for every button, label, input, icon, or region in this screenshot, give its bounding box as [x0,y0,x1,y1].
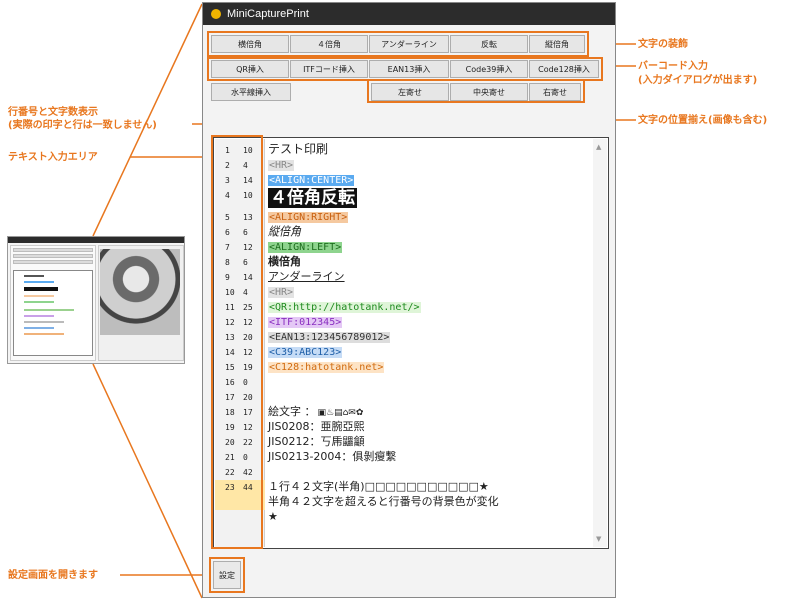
screenshot: 文字の装飾 バーコード入力 (入力ダイアログが出ます) 文字の位置揃え(画像も含… [0,0,800,600]
note-line-count: 行番号と文字数表示 [8,107,98,118]
code128-tag: <C128:hatotank.net> [268,362,385,373]
text-line: 半角４２文字を超えると行番号の背景色が変化 [268,495,499,508]
app-window: MiniCapturePrint 横倍角 ４倍角 アンダーライン 反転 縦倍角 … [202,2,616,598]
invert-button[interactable]: 反転 [450,35,528,53]
align-center-tag: <ALIGN:CENTER> [268,175,355,186]
text-line: <HR> [268,157,295,172]
hr-tag: <HR> [268,160,295,171]
text-line: 絵文字 ： ▣♨▤⌂✉✿ [268,404,363,419]
quad-size-button[interactable]: ４倍角 [290,35,368,53]
vertical-scrollbar[interactable]: ▲ ▼ [593,139,607,547]
note-line-count-sub: (実際の印字と行は一致しません) [8,120,157,131]
callout-line-number [211,135,263,549]
text-editor[interactable]: 1 10 24 3 14 4 10 5 13 66 7 12 86 9 14 10 4 11 2… [213,137,609,549]
settings-button[interactable]: 設定 [213,561,241,589]
app-icon [211,9,221,19]
ean13-tag: <EAN13:123456789012> [268,332,391,343]
text-line: ４倍角反転 [268,187,357,209]
text-line: <ALIGN:LEFT> [268,239,343,254]
text-line: <ALIGN:RIGHT> [268,209,349,224]
itf-tag: <ITF:012345> [268,317,343,328]
align-left-button[interactable]: 左寄せ [371,83,449,101]
double-width-button[interactable]: 横倍角 [211,35,289,53]
text-line: <EAN13:123456789012> [268,329,391,344]
text-line: JIS0213-2004：俱剝瘦繫 [268,450,397,463]
text-line: JIS0212：丂乕鼺龥 [268,435,365,448]
scroll-up-icon[interactable]: ▲ [596,143,601,151]
align-right-tag: <ALIGN:RIGHT> [268,212,349,223]
qr-tag: <QR:http://hatotank.net/> [268,302,421,313]
text-line: ★ [268,510,278,523]
note-decoration: 文字の装飾 [638,39,688,50]
note-align: 文字の位置揃え(画像も含む) [638,115,768,126]
hr-tag: <HR> [268,287,295,298]
quad-invert-text: ４倍角反転 [268,188,357,208]
text-line: <C128:hatotank.net> [268,359,385,374]
window-title: MiniCapturePrint [227,8,309,20]
note-text-area: テキスト入力エリア [8,152,98,163]
text-line: <ITF:012345> [268,314,343,329]
note-barcode: バーコード入力 [638,61,708,72]
text-line: １行４２文字(半角)□□□□□□□□□□□★ [268,480,489,493]
insert-code39-button[interactable]: Code39挿入 [450,60,528,78]
underline-button[interactable]: アンダーライン [369,35,449,53]
text-line: <C39:ABC123> [268,344,343,359]
text-line: <QR:http://hatotank.net/> [268,299,421,314]
text-line: <HR> [268,284,295,299]
scroll-down-icon[interactable]: ▼ [596,535,601,543]
text-line: 縦倍角 [268,224,301,239]
insert-ean13-button[interactable]: EAN13挿入 [369,60,449,78]
text-line: テスト印刷 [268,142,329,156]
note-barcode-sub: (入力ダイアログが出ます) [638,75,758,86]
align-center-button[interactable]: 中央寄せ [450,83,528,101]
text-line: 横倍角 [268,255,301,268]
text-line: <ALIGN:CENTER> [268,172,355,187]
insert-itf-button[interactable]: ITFコード挿入 [290,60,368,78]
note-settings: 設定画面を開きます [8,570,98,581]
code39-tag: <C39:ABC123> [268,347,343,358]
align-right-button[interactable]: 右寄せ [529,83,581,101]
double-height-button[interactable]: 縦倍角 [529,35,585,53]
insert-code128-button[interactable]: Code128挿入 [529,60,599,78]
text-line: アンダーライン [268,270,345,283]
insert-qr-button[interactable]: QR挿入 [211,60,289,78]
align-left-tag: <ALIGN:LEFT> [268,242,343,253]
insert-hr-button[interactable]: 水平線挿入 [211,83,291,101]
text-line: JIS0208：亜腕亞熙 [268,420,365,433]
emoji-icons: ▣♨▤⌂✉✿ [317,408,364,418]
emoji-label: 絵文字 ： [268,405,316,418]
title-bar: MiniCapturePrint [203,3,615,25]
